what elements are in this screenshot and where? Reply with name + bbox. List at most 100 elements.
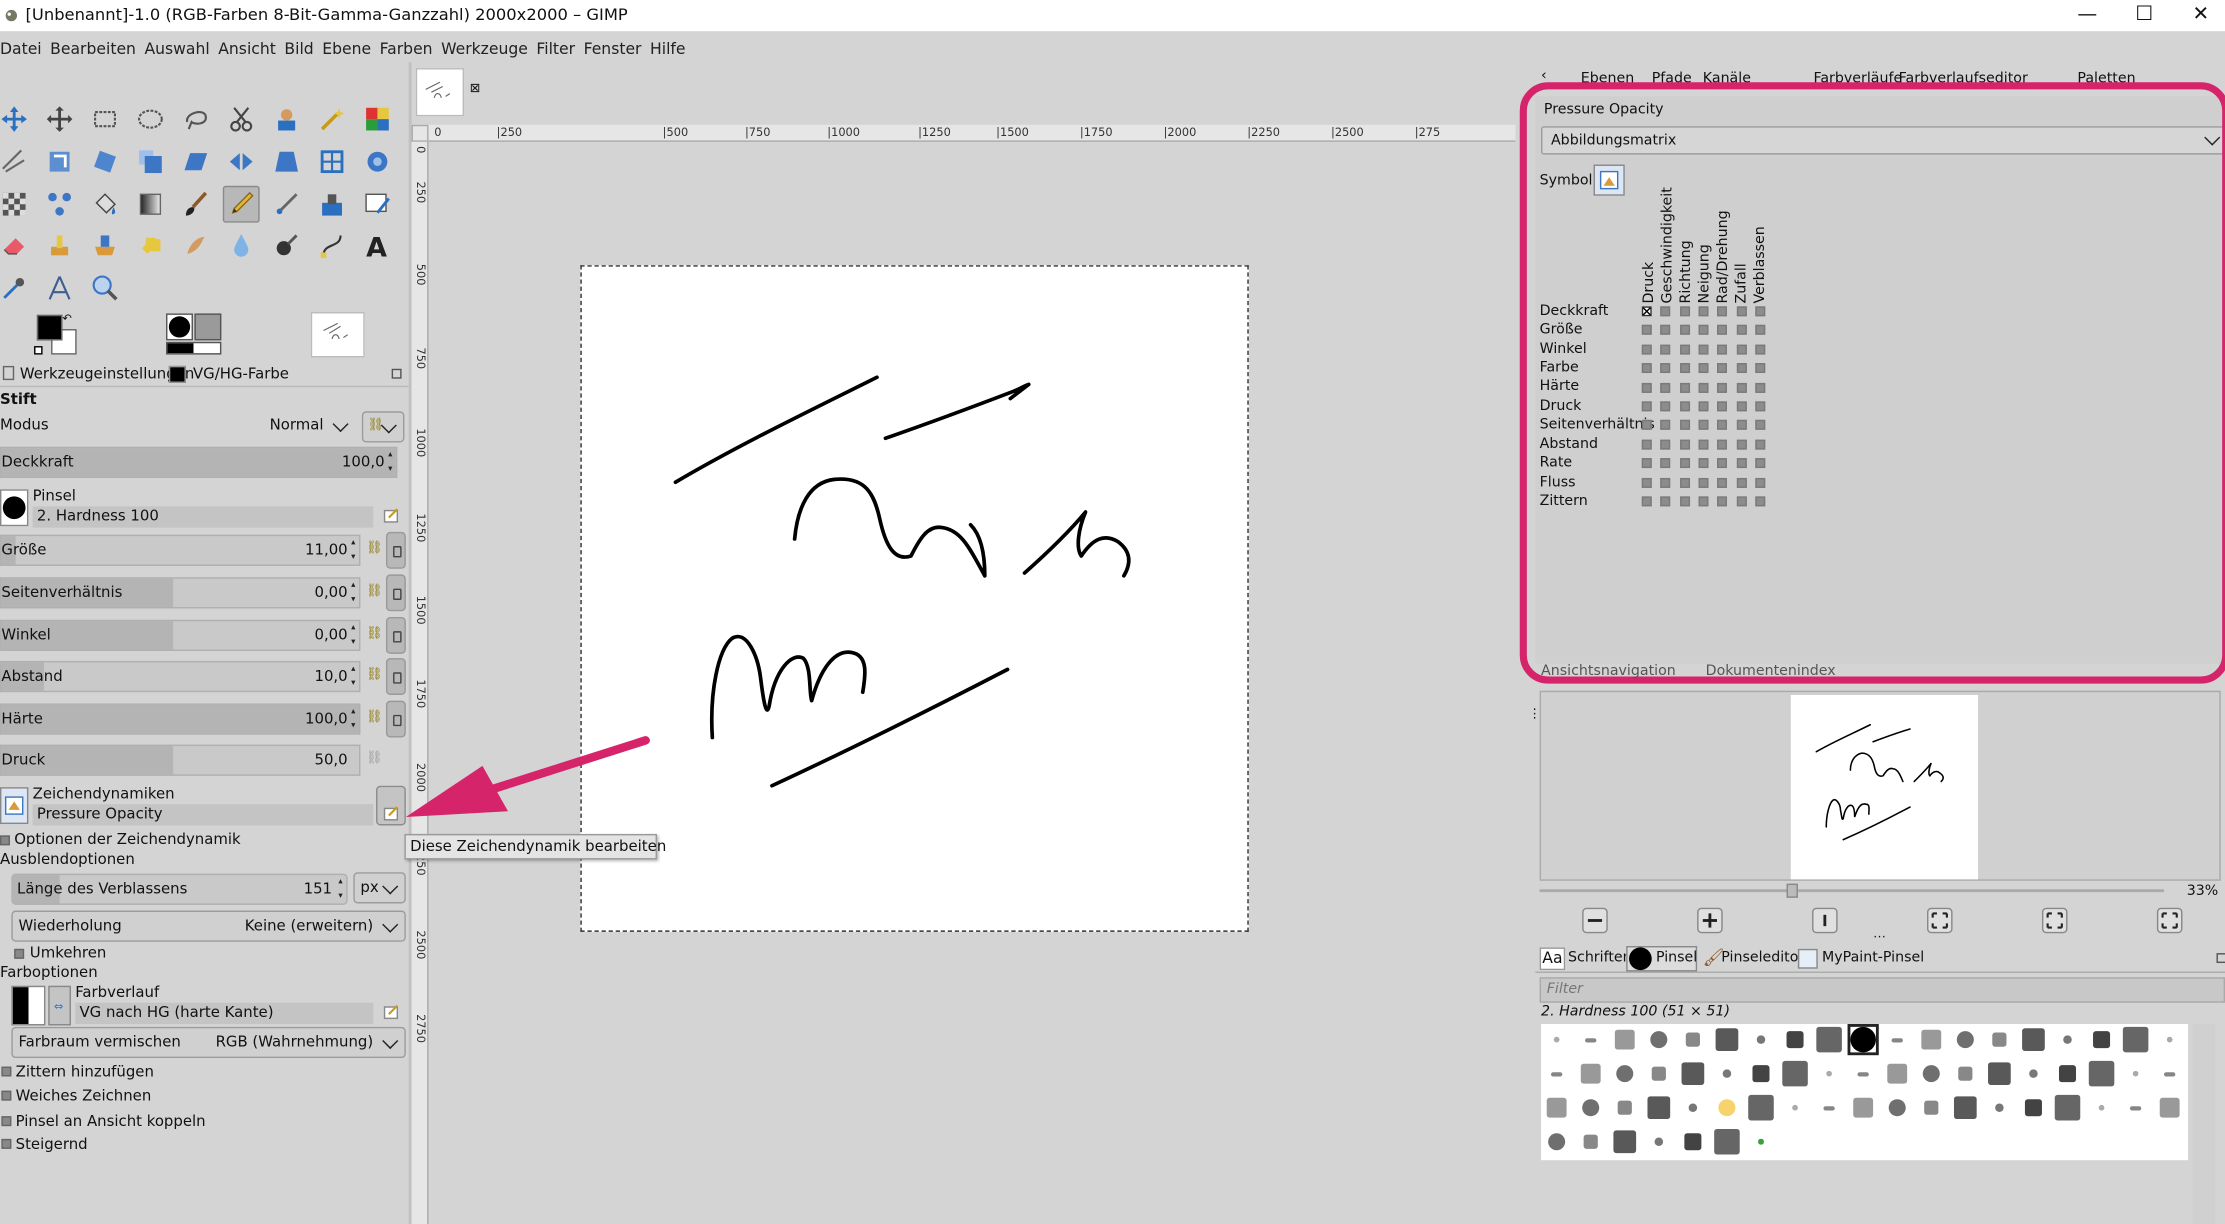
matrix-cell[interactable]: [1755, 325, 1765, 336]
dynamics-view-select[interactable]: Abbildungsmatrix: [1541, 126, 2225, 155]
repeat-select[interactable]: Wiederholung Keine (erweitern): [11, 910, 406, 942]
matrix-cell[interactable]: [1679, 401, 1690, 412]
dynamics-name-field[interactable]: Pressure Opacity: [32, 804, 374, 826]
menu-bild[interactable]: Bild: [284, 34, 319, 58]
matrix-cell[interactable]: [1679, 477, 1690, 488]
matrix-cell[interactable]: [1641, 344, 1652, 355]
brush-grid[interactable]: [1541, 1024, 2189, 1161]
brush-preview-button[interactable]: [0, 489, 29, 527]
brush-item[interactable]: [1779, 1092, 1810, 1123]
tab-layers[interactable]: Ebenen: [1581, 71, 1634, 87]
matrix-cell[interactable]: [1698, 382, 1709, 393]
aspect-chain-icon[interactable]: ⛓: [366, 584, 383, 604]
matrix-cell[interactable]: [1736, 420, 1747, 431]
matrix-cell[interactable]: [1736, 306, 1747, 317]
matrix-cell[interactable]: [1698, 439, 1709, 450]
matrix-cell[interactable]: [1698, 401, 1709, 412]
hardness-slider[interactable]: Härte 100,0 ▴ ▾: [0, 703, 361, 735]
matrix-cell[interactable]: [1660, 382, 1671, 393]
matrix-cell[interactable]: [1736, 439, 1747, 450]
clone-tool-icon[interactable]: [41, 227, 78, 264]
tab-brushes[interactable]: Pinsel: [1656, 950, 1697, 966]
brush-item[interactable]: [1950, 1024, 1981, 1055]
matrix-cell[interactable]: [1755, 401, 1765, 412]
matrix-cell[interactable]: [1755, 306, 1765, 317]
matrix-cell[interactable]: [1679, 420, 1690, 431]
matrix-cell[interactable]: [1641, 477, 1652, 488]
matrix-cell[interactable]: [1755, 477, 1765, 488]
ink-tool-icon[interactable]: [314, 186, 351, 223]
size-spin[interactable]: ▴ ▾: [348, 536, 359, 564]
brush-item[interactable]: [1677, 1126, 1708, 1157]
brushes-tab-menu-icon[interactable]: [2216, 953, 2225, 964]
matrix-cell[interactable]: [1736, 477, 1747, 488]
matrix-cell[interactable]: [1717, 401, 1728, 412]
brush-item[interactable]: [2018, 1092, 2049, 1123]
brush-item[interactable]: [2154, 1092, 2185, 1123]
foreground-color-swatch[interactable]: [36, 314, 63, 341]
perspective-tool-icon[interactable]: [268, 143, 305, 180]
tab-fonts[interactable]: Schriften: [1568, 950, 1632, 966]
dodge-burn-icon[interactable]: [268, 227, 305, 264]
bucket-fill-pattern-icon[interactable]: [0, 186, 33, 223]
brush-item[interactable]: [2086, 1024, 2117, 1055]
zoom-in-button[interactable]: [1697, 907, 1723, 934]
brush-item[interactable]: [1847, 1024, 1879, 1056]
brush-item[interactable]: [1779, 1024, 1810, 1055]
brush-item[interactable]: [1541, 1126, 1572, 1157]
blur-tool-icon[interactable]: [223, 227, 260, 264]
warp-transform-icon[interactable]: [359, 143, 396, 180]
brush-item[interactable]: [1575, 1126, 1606, 1157]
image-tab-thumbnail[interactable]: [415, 68, 465, 117]
fill-window-button[interactable]: [2041, 907, 2068, 934]
ruler-corner[interactable]: [411, 124, 429, 142]
dock-scroll-left-icon[interactable]: ‹: [1541, 68, 1547, 84]
tab-menu-icon[interactable]: [391, 368, 402, 379]
matrix-cell[interactable]: [1698, 306, 1709, 317]
brush-grid-scrollbar[interactable]: [2192, 1024, 2216, 1224]
brush-item[interactable]: [1575, 1024, 1606, 1055]
foreground-select-icon[interactable]: [268, 101, 305, 138]
brush-item[interactable]: [1609, 1058, 1640, 1089]
matrix-cell[interactable]: [1641, 363, 1652, 374]
zoom-1-1-button[interactable]: [1812, 907, 1838, 934]
mypaint-brush-icon[interactable]: [359, 186, 396, 223]
scale-tool-icon[interactable]: [132, 143, 169, 180]
force-slider[interactable]: Druck 50,0: [0, 744, 361, 776]
matrix-cell[interactable]: [1641, 496, 1652, 507]
matrix-cell[interactable]: [1698, 325, 1709, 336]
right-dock-splitter[interactable]: ⋮: [1526, 62, 1541, 1224]
menu-hilfe[interactable]: Hilfe: [650, 34, 691, 58]
brush-item[interactable]: [1813, 1024, 1844, 1055]
matrix-cell[interactable]: [1660, 439, 1671, 450]
flip-tool-icon[interactable]: [223, 143, 260, 180]
matrix-cell[interactable]: [1698, 363, 1709, 374]
navigation-preview[interactable]: [1539, 690, 2221, 881]
brush-item[interactable]: [1984, 1024, 2015, 1055]
pane-grip-icon[interactable]: ⋯: [1873, 930, 1886, 944]
matrix-cell[interactable]: [1755, 420, 1765, 431]
matrix-cell[interactable]: [1717, 363, 1728, 374]
spacing-chain-icon[interactable]: ⛓: [366, 668, 383, 688]
zoom-out-button[interactable]: [1582, 907, 1608, 934]
brush-item[interactable]: [1609, 1092, 1640, 1123]
brush-item[interactable]: [2052, 1024, 2083, 1055]
brush-item[interactable]: [1745, 1024, 1776, 1055]
brush-item[interactable]: [2120, 1092, 2151, 1123]
matrix-cell[interactable]: [1698, 458, 1709, 469]
paintbrush-icon[interactable]: [177, 186, 214, 223]
fuzzy-select-icon[interactable]: [314, 101, 351, 138]
rect-select-icon[interactable]: [87, 101, 124, 138]
force-chain-icon[interactable]: ⛓: [366, 752, 383, 772]
dynamics-preview-button[interactable]: [0, 787, 29, 825]
tab-fg-bg-color[interactable]: VG/HG-Farbe: [193, 366, 289, 383]
brush-item[interactable]: [1643, 1024, 1674, 1055]
tab-channels[interactable]: Kanäle: [1703, 71, 1751, 87]
matrix-cell[interactable]: [1660, 458, 1671, 469]
edit-gradient-icon[interactable]: [383, 1003, 400, 1020]
menu-werkzeuge[interactable]: Werkzeuge: [441, 34, 533, 58]
brush-item[interactable]: [1916, 1058, 1947, 1089]
matrix-cell[interactable]: [1641, 420, 1652, 431]
brush-item[interactable]: [1575, 1092, 1606, 1123]
menu-datei[interactable]: Datei: [0, 34, 47, 58]
